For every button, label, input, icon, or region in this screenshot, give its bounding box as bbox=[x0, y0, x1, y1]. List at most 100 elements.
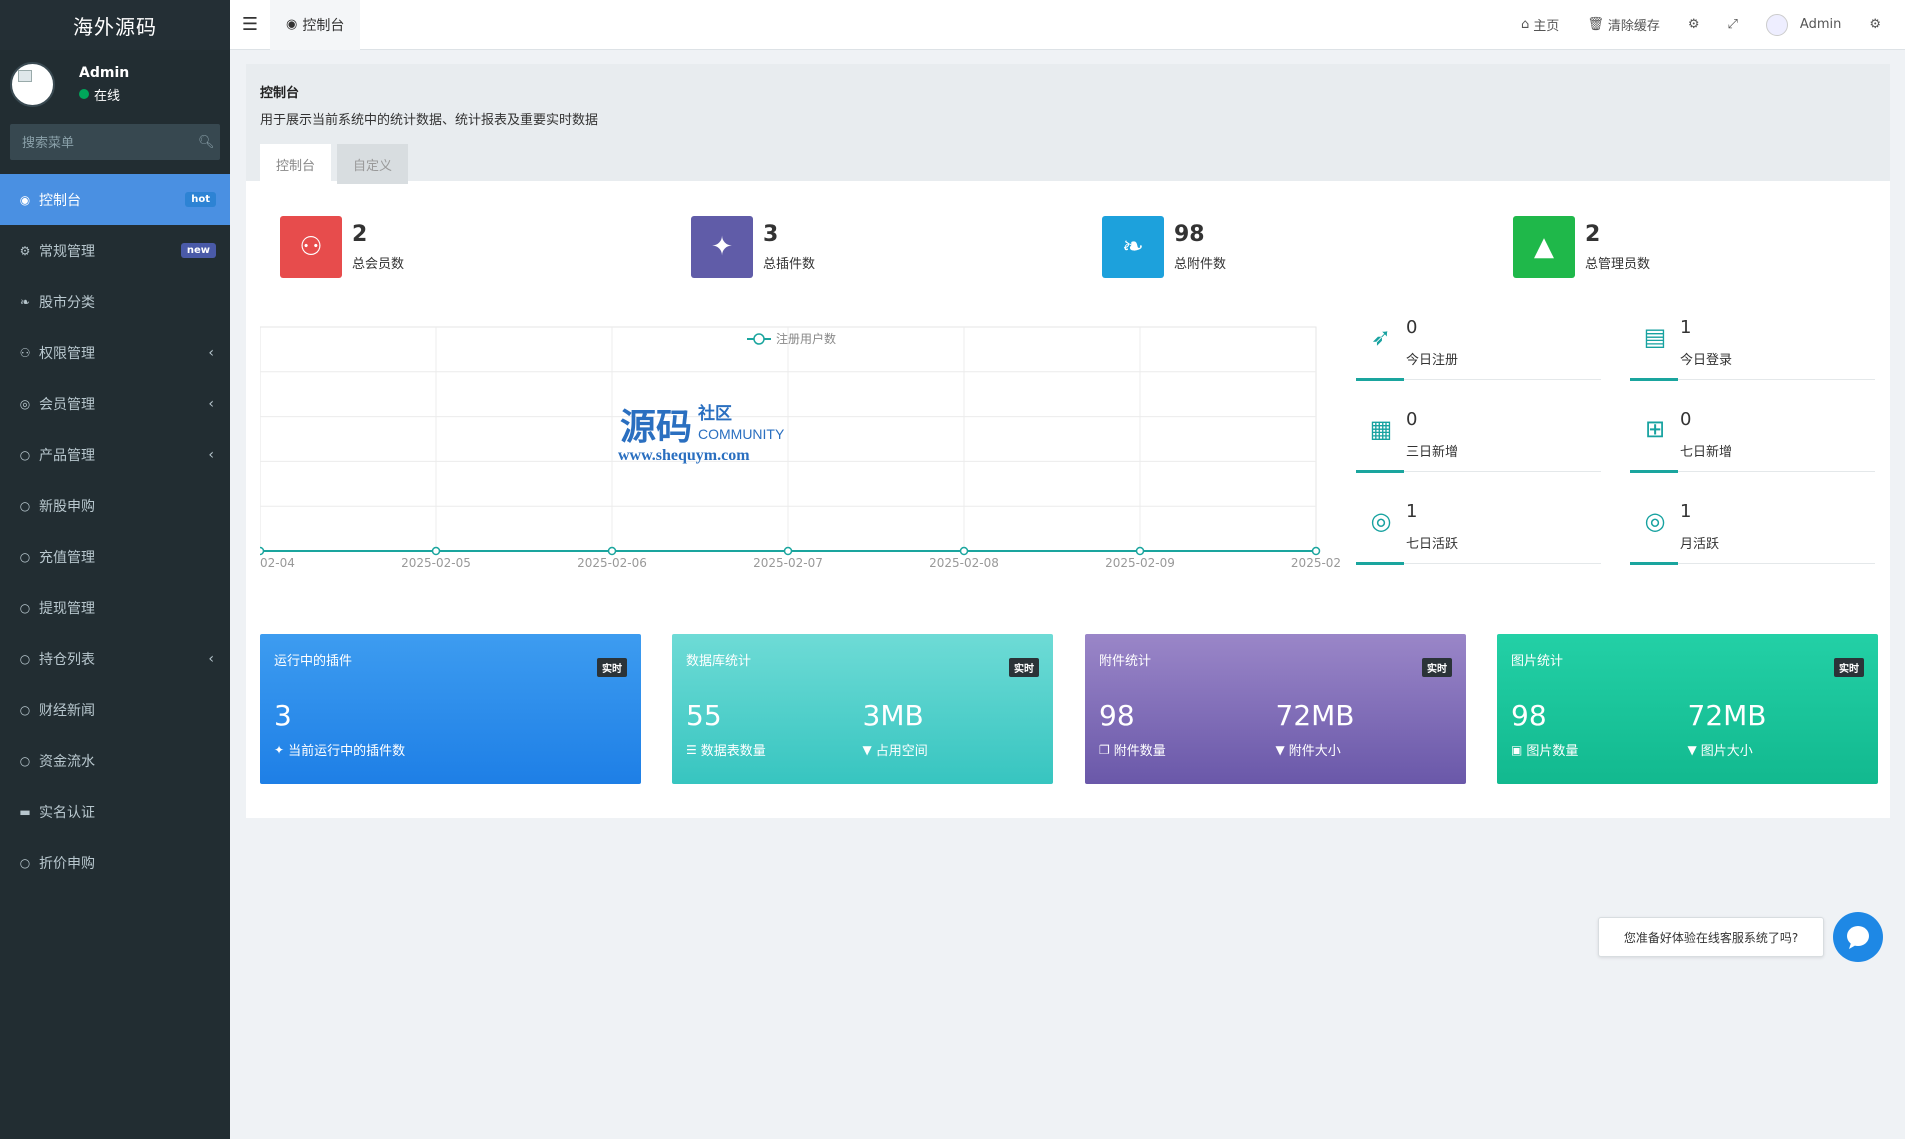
sidebar-item-2[interactable]: ❧ 股市分类 bbox=[0, 276, 230, 327]
card-value-secondary: 3MB bbox=[862, 699, 924, 732]
sidebar-item-4[interactable]: ◎ 会员管理 ‹ bbox=[0, 378, 230, 429]
card-value: 3 bbox=[274, 699, 292, 732]
circle-icon: ○ bbox=[19, 498, 31, 513]
image-icon: ▣ bbox=[1511, 742, 1523, 757]
dashboard-panel: 控制台 用于展示当前系统中的统计数据、统计报表及重要实时数据 控制台 自定义 ⚇… bbox=[246, 64, 1890, 818]
chevron-left-icon: ‹ bbox=[208, 395, 214, 412]
menu-toggle-icon[interactable]: ☰ bbox=[230, 14, 270, 35]
mini-stat: ▦ 0 三日新增 bbox=[1356, 409, 1601, 479]
sidebar-item-label: 产品管理 bbox=[39, 447, 95, 464]
sidebar-item-5[interactable]: ○ 产品管理 ‹ bbox=[0, 429, 230, 480]
circle-icon: ○ bbox=[19, 549, 31, 564]
rocket-icon: ➶ bbox=[1370, 323, 1392, 351]
mini-stat-value: 0 bbox=[1406, 317, 1418, 338]
admin-menu[interactable]: Admin bbox=[1752, 13, 1855, 36]
stat-label: 总会员数 bbox=[352, 257, 405, 272]
sidebar-item-3[interactable]: ⚇ 权限管理 ‹ bbox=[0, 327, 230, 378]
sidebar-item-0[interactable]: ◉ 控制台 hot bbox=[0, 174, 230, 225]
leaf-icon: ❧ bbox=[1102, 216, 1164, 278]
circle-icon: ○ bbox=[19, 600, 31, 615]
card-title: 附件统计 bbox=[1099, 654, 1152, 669]
stat-label: 总管理员数 bbox=[1585, 257, 1651, 272]
sidebar-item-10[interactable]: ○ 财经新闻 bbox=[0, 684, 230, 735]
stat-card: 图片统计 实时 98 ▣ 图片数量 72MB ▼ 图片大小 bbox=[1497, 634, 1878, 784]
mini-stat-value: 1 bbox=[1680, 501, 1692, 522]
watermark-community: COMMUNITY bbox=[698, 426, 785, 442]
chart-x-tick: 02-04 bbox=[260, 556, 295, 570]
calendar-icon: ▦ bbox=[1369, 415, 1393, 443]
sidebar-item-13[interactable]: ○ 折价申购 bbox=[0, 837, 230, 888]
stat-box: ▲ 2 总管理员数 bbox=[1513, 216, 1650, 278]
mini-stat-label: 今日登录 bbox=[1680, 353, 1733, 368]
search-input[interactable] bbox=[22, 134, 198, 150]
database-icon: ☰ bbox=[686, 742, 697, 757]
card-title: 运行中的插件 bbox=[274, 654, 353, 669]
tab-custom[interactable]: 自定义 bbox=[337, 144, 409, 184]
sidebar-item-9[interactable]: ○ 持仓列表 ‹ bbox=[0, 633, 230, 684]
card-title: 图片统计 bbox=[1511, 654, 1564, 669]
sidebar-item-label: 提现管理 bbox=[39, 600, 95, 617]
stat-box: ✦ 3 总插件数 bbox=[691, 216, 815, 278]
magic-icon: ✦ bbox=[691, 216, 753, 278]
chart-x-tick: 2025-02-08 bbox=[929, 556, 999, 570]
stat-label: 总插件数 bbox=[763, 257, 816, 272]
translate-icon[interactable]: ⚙︎ bbox=[1674, 17, 1714, 32]
settings-icon[interactable]: ⚙ bbox=[1855, 17, 1895, 32]
realtime-badge: 实时 bbox=[1422, 658, 1452, 677]
mini-stat: ⊞ 0 七日新增 bbox=[1630, 409, 1875, 479]
online-dot-icon bbox=[79, 89, 89, 99]
sidebar-item-11[interactable]: ○ 资金流水 bbox=[0, 735, 230, 786]
sidebar-item-7[interactable]: ○ 充值管理 bbox=[0, 531, 230, 582]
user-circle-icon: ◎ bbox=[19, 396, 31, 411]
mini-stat-value: 1 bbox=[1680, 317, 1692, 338]
mini-stat-value: 0 bbox=[1680, 409, 1692, 430]
card-value-label: 图片数量 bbox=[1526, 744, 1579, 759]
mini-stat-divider bbox=[1356, 562, 1601, 565]
mini-stat-label: 七日活跃 bbox=[1406, 537, 1459, 552]
search-icon[interactable]: 🔍︎ bbox=[198, 135, 215, 150]
card-value-label: 当前运行中的插件数 bbox=[288, 744, 406, 759]
chevron-left-icon: ‹ bbox=[208, 446, 214, 463]
realtime-badge: 实时 bbox=[1009, 658, 1039, 677]
clear-cache-button[interactable]: 🗑︎ 清除缓存 bbox=[1573, 15, 1674, 34]
mini-stat-value: 0 bbox=[1406, 409, 1418, 430]
sidebar-item-label: 权限管理 bbox=[39, 345, 95, 362]
realtime-badge: 实时 bbox=[597, 658, 627, 677]
tab-dashboard[interactable]: ◉ 控制台 bbox=[270, 0, 361, 50]
magic-icon: ✦ bbox=[274, 742, 285, 757]
user-panel: Admin 在线 bbox=[0, 50, 230, 118]
mini-stat: ▤ 1 今日登录 bbox=[1630, 317, 1875, 387]
tab-console[interactable]: 控制台 bbox=[260, 144, 332, 184]
sidebar-item-label: 新股申购 bbox=[39, 498, 95, 515]
stat-value: 2 bbox=[1585, 222, 1601, 247]
stat-card: 附件统计 实时 98 ❐ 附件数量 72MB ▼ 附件大小 bbox=[1085, 634, 1466, 784]
sidebar-item-1[interactable]: ⚙ 常规管理 new bbox=[0, 225, 230, 276]
watermark-sub: 社区 bbox=[697, 403, 732, 424]
trash-icon: 🗑︎ bbox=[1587, 17, 1604, 32]
fullscreen-icon[interactable]: ⤢ bbox=[1714, 17, 1752, 32]
user-circle-icon: ◎ bbox=[1370, 507, 1392, 535]
filter-icon: ▼ bbox=[1687, 742, 1697, 757]
logo[interactable]: 海外源码 bbox=[0, 0, 230, 50]
stats-row: ⚇ 2 总会员数 ✦ 3 总插件数 ❧ 98 总附件数 ▲ 2 总管理员数 bbox=[280, 216, 1890, 278]
chat-prompt[interactable]: 您准备好体验在线客服系统了吗? bbox=[1598, 917, 1824, 957]
mini-stat-label: 今日注册 bbox=[1406, 353, 1459, 368]
stat-box: ❧ 98 总附件数 bbox=[1102, 216, 1226, 278]
sidebar-search: 🔍︎ bbox=[10, 124, 220, 160]
chart-point bbox=[959, 546, 969, 556]
sidebar-menu: ◉ 控制台 hot ⚙ 常规管理 new ❧ 股市分类 ⚇ 权限管理 ‹ ◎ 会员管理 ‹ ○ 产品管理 ‹ ○ 新… bbox=[0, 174, 230, 888]
home-link[interactable]: ⌂ 主页 bbox=[1507, 15, 1573, 34]
chart-point bbox=[1311, 546, 1321, 556]
sidebar-item-6[interactable]: ○ 新股申购 bbox=[0, 480, 230, 531]
sidebar-item-8[interactable]: ○ 提现管理 bbox=[0, 582, 230, 633]
sidebar-item-label: 折价申购 bbox=[39, 855, 95, 872]
chart-point bbox=[607, 546, 617, 556]
chat-button[interactable] bbox=[1833, 912, 1883, 962]
sidebar-item-12[interactable]: ▬ 实名认证 bbox=[0, 786, 230, 837]
mini-stat-divider bbox=[1356, 470, 1601, 473]
users-icon: ⚇ bbox=[280, 216, 342, 278]
card-value-label: 附件数量 bbox=[1113, 744, 1166, 759]
realtime-badge: 实时 bbox=[1834, 658, 1864, 677]
circle-icon: ○ bbox=[19, 753, 31, 768]
admin-avatar bbox=[1765, 13, 1788, 36]
